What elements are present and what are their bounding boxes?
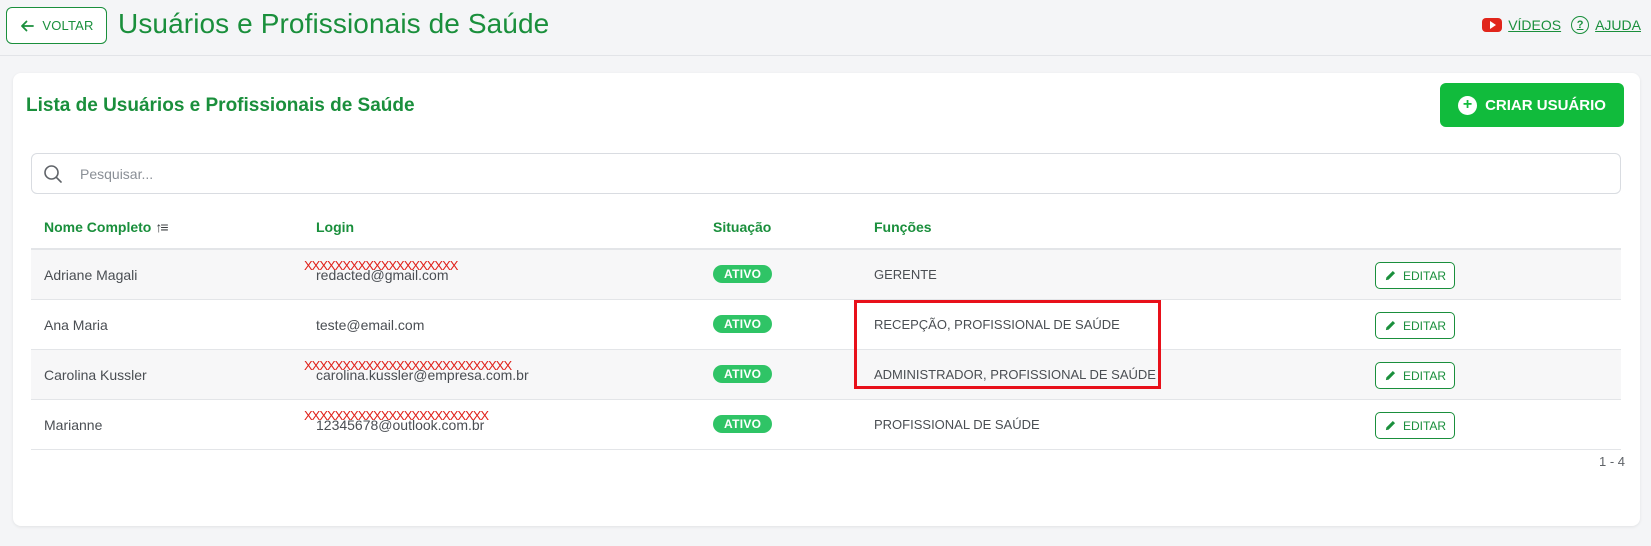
pencil-icon [1385,370,1395,381]
user-login: teste@email.com [316,317,424,333]
user-name: Adriane Magali [44,267,138,283]
table-header: Nome Completo ↑≡ Login Situação Funções [31,201,1621,250]
edit-button-label: EDITAR [1402,268,1447,283]
column-header-name[interactable]: Nome Completo ↑≡ [44,219,169,235]
user-login-text: carolina.kussler@empresa.com.br [316,367,529,383]
user-roles: ADMINISTRADOR, PROFISSIONAL DE SAÚDE [874,367,1156,382]
table-row: Marianne 12345678@outlook.com.br XXXXXXX… [31,400,1621,450]
action-cell: EDITAR [1375,362,1455,389]
user-roles: RECEPÇÃO, PROFISSIONAL DE SAÚDE [874,317,1120,332]
user-name: Ana Maria [44,317,108,333]
back-button[interactable]: VOLTAR [6,7,107,44]
user-name: Carolina Kussler [44,367,147,383]
column-header-roles: Funções [874,219,932,235]
help-icon: ? [1571,16,1590,34]
user-login: carolina.kussler@empresa.com.br XXXXXXXX… [304,358,529,383]
user-roles: PROFISSIONAL DE SAÚDE [874,417,1040,432]
search-box[interactable] [31,153,1621,194]
edit-button[interactable]: EDITAR [1375,262,1455,289]
search-input[interactable] [80,165,1580,182]
column-header-status: Situação [713,219,772,235]
plus-circle-icon: + [1458,95,1478,115]
user-login: 12345678@outlook.com.br XXXXXXXXXXXXXXXX… [304,408,489,433]
pagination-range: 1 - 4 [1598,454,1625,469]
edit-button-label: EDITAR [1402,368,1447,383]
table-row: Adriane Magali redacted@gmail.com XXXXXX… [31,250,1621,300]
top-bar: VOLTAR Usuários e Profissionais de Saúde… [0,0,1651,56]
action-cell: EDITAR [1375,412,1455,439]
table-row: Carolina Kussler carolina.kussler@empres… [31,350,1621,400]
users-table: Nome Completo ↑≡ Login Situação Funções … [31,201,1621,450]
youtube-icon [1482,18,1503,32]
status-badge: ATIVO [713,415,773,433]
pencil-icon [1385,320,1395,331]
edit-button-label: EDITAR [1402,318,1447,333]
sort-ascending-icon[interactable]: ↑≡ [155,219,168,235]
status-badge-cell: ATIVO [713,315,773,333]
search-icon [44,164,62,183]
help-link[interactable]: ? AJUDA [1571,16,1641,34]
pencil-icon [1385,420,1395,431]
status-badge-cell: ATIVO [713,365,773,383]
user-login-text: 12345678@outlook.com.br [316,417,485,433]
arrow-left-icon [21,20,35,31]
column-header-login: Login [316,219,355,235]
status-badge: ATIVO [713,315,773,333]
edit-button[interactable]: EDITAR [1375,412,1455,439]
edit-button[interactable]: EDITAR [1375,312,1455,339]
card-title: Lista de Usuários e Profissionais de Saú… [26,95,415,116]
edit-button-label: EDITAR [1402,418,1447,433]
help-link-label: AJUDA [1595,17,1641,33]
user-login: redacted@gmail.com XXXXXXXXXXXXXXXXXXXX [304,258,458,283]
back-button-label: VOLTAR [42,18,94,33]
page-title: Usuários e Profissionais de Saúde [118,8,550,39]
user-login-text: redacted@gmail.com [316,267,449,283]
edit-button[interactable]: EDITAR [1375,362,1455,389]
status-badge-cell: ATIVO [713,265,773,283]
create-user-label: CRIAR USUÁRIO [1485,96,1606,114]
table-row: Ana Maria teste@email.com ATIVO RECEPÇÃO… [31,300,1621,350]
user-login-text: teste@email.com [316,317,425,333]
top-links: VÍDEOS ? AJUDA [1482,16,1641,34]
user-name: Marianne [44,417,103,433]
column-name-label: Nome Completo [44,219,152,235]
status-badge: ATIVO [713,365,773,383]
users-card: Lista de Usuários e Profissionais de Saú… [13,73,1640,526]
videos-link[interactable]: VÍDEOS [1482,17,1561,33]
pencil-icon [1385,270,1395,281]
action-cell: EDITAR [1375,262,1455,289]
videos-link-label: VÍDEOS [1508,17,1562,33]
action-cell: EDITAR [1375,312,1455,339]
status-badge: ATIVO [713,265,773,283]
user-roles: GERENTE [874,267,937,282]
status-badge-cell: ATIVO [713,415,773,433]
create-user-button[interactable]: + CRIAR USUÁRIO [1440,83,1624,127]
